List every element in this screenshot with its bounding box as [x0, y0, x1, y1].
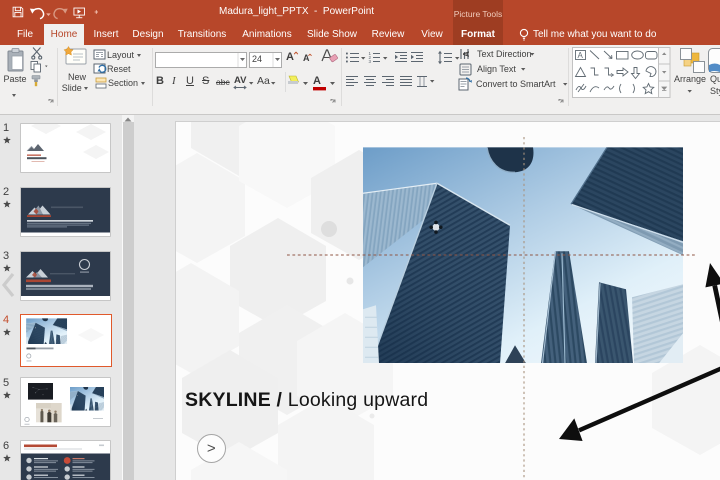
svg-text:3: 3 [369, 59, 372, 64]
svg-text:A: A [578, 51, 584, 60]
svg-text:A: A [462, 51, 471, 57]
